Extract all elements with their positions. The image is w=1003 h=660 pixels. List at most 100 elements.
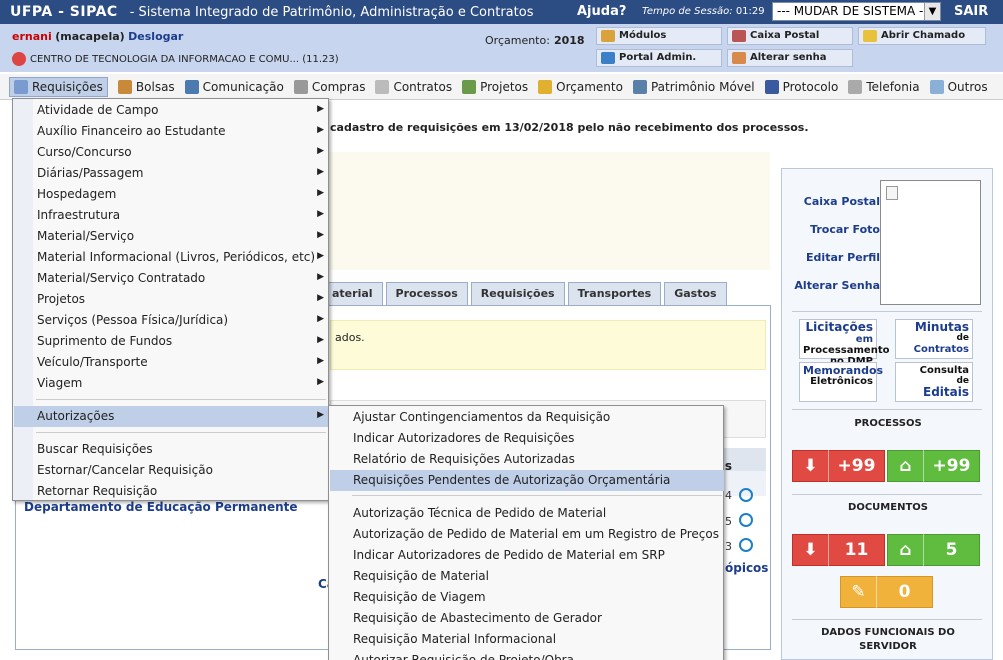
menu-item-infraestrutura[interactable]: Infraestrutura ▶ [14, 205, 329, 226]
topicos-link[interactable]: ópicos [725, 561, 768, 575]
menu-item-hospedagem[interactable]: Hospedagem ▶ [14, 184, 329, 205]
submenu-item-requisicao-material[interactable]: Requisição de Material [330, 566, 724, 587]
editar-perfil-link[interactable]: Editar Perfil [794, 245, 880, 273]
submenu-item-relatorio-autorizadas[interactable]: Relatório de Requisições Autorizadas [330, 449, 724, 470]
help-link[interactable]: Ajuda? [577, 4, 626, 19]
magnifier-icon[interactable] [739, 538, 753, 552]
submenu-item-autorizacao-registro-precos[interactable]: Autorização de Pedido de Material em um … [330, 524, 724, 545]
protocol-icon [764, 79, 779, 94]
portal-admin-button[interactable]: Portal Admin. [596, 49, 722, 67]
menu-item-material-informacional[interactable]: Material Informacional (Livros, Periódic… [14, 247, 329, 268]
chevron-right-icon: ▶ [317, 125, 324, 135]
menu-compras[interactable]: Compras [293, 79, 365, 94]
chevron-right-icon: ▶ [317, 188, 324, 198]
menu-item-autorizacoes[interactable]: Autorizações ▶ [14, 406, 329, 427]
menu-protocolo[interactable]: Protocolo [764, 79, 839, 94]
tab-processos[interactable]: Processos [385, 282, 468, 306]
chevron-down-icon[interactable]: ▼ [924, 3, 940, 20]
coins-icon [538, 79, 553, 94]
caixa-postal-link[interactable]: Caixa Postal [794, 189, 880, 217]
session-timer: Tempo de Sessão: 01:29 [642, 6, 765, 17]
caixa-postal-button[interactable]: Caixa Postal [727, 27, 853, 45]
documentos-notes-button[interactable]: ✎ 0 [840, 576, 933, 608]
submenu-item-material-informacional[interactable]: Requisição Material Informacional [330, 629, 724, 650]
tab-gastos[interactable]: Gastos [664, 282, 727, 306]
alterar-senha-button[interactable]: Alterar senha [727, 49, 853, 67]
magnifier-icon[interactable] [739, 488, 753, 502]
contract-icon [375, 79, 390, 94]
submenu-item-pendentes-orcamentaria[interactable]: Requisições Pendentes de Autorização Orç… [330, 470, 724, 491]
logout-button[interactable]: SAIR [954, 4, 988, 19]
phone-icon [848, 79, 863, 94]
trocar-foto-link[interactable]: Trocar Foto [794, 217, 880, 245]
menu-item-label: Autorizações [37, 409, 115, 423]
menu-item-diarias-passagem[interactable]: Diárias/Passagem ▶ [14, 163, 329, 184]
submenu-item-autorizacao-tecnica[interactable]: Autorização Técnica de Pedido de Materia… [330, 503, 724, 524]
licitacoes-button[interactable]: Licitações em Processamento no DMP [799, 319, 889, 367]
modulos-button[interactable]: Módulos [596, 27, 722, 45]
submenu-item-indicar-autorizadores[interactable]: Indicar Autorizadores de Requisições [330, 428, 724, 449]
menu-contratos[interactable]: Contratos [375, 79, 453, 94]
submenu-item-requisicao-viagem[interactable]: Requisição de Viagem [330, 587, 724, 608]
abrir-chamado-button[interactable]: Abrir Chamado [858, 27, 986, 45]
tab-transportes[interactable]: Transportes [567, 282, 662, 306]
requisicoes-dropdown: Atividade de Campo ▶ Auxílio Financeiro a… [12, 98, 329, 501]
main-menu: Requisições Bolsas Comunicação Compras C… [0, 74, 1003, 100]
tab-requisicoes[interactable]: Requisições [470, 282, 565, 306]
submenu-item-abastecimento-gerador[interactable]: Requisição de Abastecimento de Gerador [330, 608, 724, 629]
deslogar-link[interactable]: Deslogar [128, 30, 183, 43]
caixa-postal-label: Caixa Postal [750, 30, 820, 41]
menu-item-estornar-cancelar[interactable]: Estornar/Cancelar Requisição [14, 460, 329, 481]
minutas-button[interactable]: Minutas de Contratos [895, 319, 973, 359]
menu-outros[interactable]: Outros [929, 79, 988, 94]
menu-item-projetos[interactable]: Projetos ▶ [14, 289, 329, 310]
menu-item-veiculo-transporte[interactable]: Veículo/Transporte ▶ [14, 352, 329, 373]
session-label: Tempo de Sessão: [642, 6, 733, 17]
chevron-right-icon: ▶ [317, 377, 324, 387]
menu-projetos[interactable]: Projetos [462, 79, 528, 94]
menu-comunicacao[interactable]: Comunicação [184, 79, 284, 94]
system-select[interactable]: --- MUDAR DE SISTEMA --- ▼ [772, 2, 941, 21]
menu-item-buscar-requisicoes[interactable]: Buscar Requisições [14, 439, 329, 460]
menu-item-label: Hospedagem [37, 187, 117, 201]
menu-item-viagem[interactable]: Viagem ▶ [14, 373, 329, 394]
editais-button[interactable]: Consulta de Editais [895, 362, 973, 402]
unit-icon [12, 52, 26, 66]
menu-bolsas[interactable]: Bolsas [117, 79, 175, 94]
menu-patrimonio-movel[interactable]: Patrimônio Móvel [632, 79, 755, 94]
documentos-pending-button[interactable]: ⬇ 11 [792, 534, 885, 566]
menu-label: Requisições [32, 79, 103, 94]
menu-item-material-servico-contratado[interactable]: Material/Serviço Contratado ▶ [14, 268, 329, 289]
menu-label: Contratos [393, 79, 453, 94]
menu-item-atividade-de-campo[interactable]: Atividade de Campo ▶ [14, 100, 329, 121]
menu-orcamento[interactable]: Orçamento [538, 79, 623, 94]
menu-label: Protocolo [782, 79, 839, 94]
magnifier-icon[interactable] [739, 513, 753, 527]
menu-separator [36, 399, 326, 400]
menu-requisicoes[interactable]: Requisições [9, 76, 108, 97]
documentos-home-count: 5 [945, 540, 958, 560]
processos-pending-button[interactable]: ⬇ +99 [792, 450, 885, 482]
minutas-line2: de [956, 333, 969, 343]
menu-telefonia[interactable]: Telefonia [848, 79, 920, 94]
menu-item-material-servico[interactable]: Material/Serviço ▶ [14, 226, 329, 247]
tab-material[interactable]: aterial [322, 282, 383, 306]
documentos-home-button[interactable]: ⌂ 5 [887, 534, 980, 566]
processos-home-button[interactable]: ⌂ +99 [887, 450, 980, 482]
submenu-item-projeto-obra[interactable]: Autorizar Requisição de Projeto/Obra [330, 650, 724, 660]
chevron-right-icon: ▶ [317, 314, 324, 324]
alterar-senha-link[interactable]: Alterar Senha [794, 273, 880, 301]
menu-item-curso-concurso[interactable]: Curso/Concurso ▶ [14, 142, 329, 163]
menu-item-suprimento-de-fundos[interactable]: Suprimento de Fundos ▶ [14, 331, 329, 352]
profile-photo [880, 180, 981, 305]
menu-item-auxilio-financeiro[interactable]: Auxílio Financeiro ao Estudante ▶ [14, 121, 329, 142]
menu-item-label: Retornar Requisição [37, 484, 158, 498]
menu-item-label: Estornar/Cancelar Requisição [37, 463, 213, 477]
submenu-item-autorizadores-srp[interactable]: Indicar Autorizadores de Pedido de Mater… [330, 545, 724, 566]
profile-links: Caixa Postal Trocar Foto Editar Perfil A… [794, 189, 880, 301]
menu-item-servicos[interactable]: Serviços (Pessoa Física/Jurídica) ▶ [14, 310, 329, 331]
submenu-item-ajustar-contingenciamentos[interactable]: Ajustar Contingenciamentos da Requisição [330, 407, 724, 428]
menu-item-label: Infraestrutura [37, 208, 121, 222]
menu-item-retornar-requisicao[interactable]: Retornar Requisição [14, 481, 329, 502]
memorandos-button[interactable]: Memorandos Eletrônicos [799, 362, 883, 402]
